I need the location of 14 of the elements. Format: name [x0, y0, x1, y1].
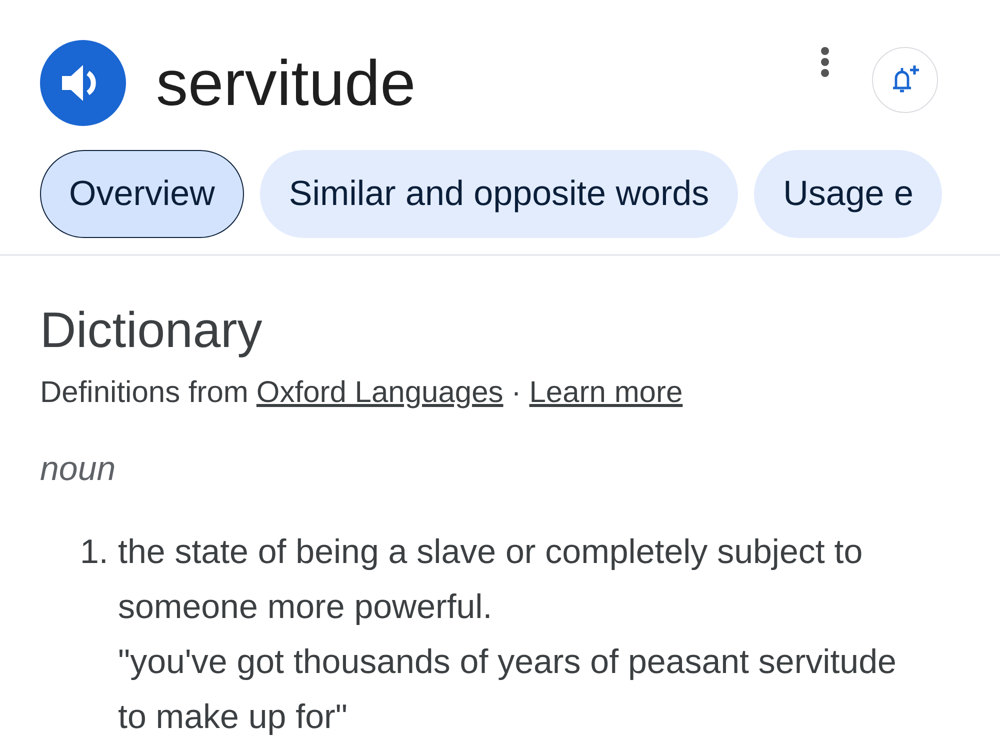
more-icon — [820, 46, 830, 78]
definition-text: the state of being a slave or completely subject to someone more powerful. — [118, 532, 864, 628]
source-label: Definitions from — [40, 376, 248, 410]
word-title: servitude — [156, 51, 417, 115]
separator-dot: · — [511, 376, 522, 410]
tab[interactable]: Similar and opposite words — [260, 150, 738, 238]
tab[interactable]: Overview — [40, 150, 244, 238]
tab[interactable]: Usage e — [754, 150, 942, 238]
source-link[interactable]: Oxford Languages — [256, 376, 504, 410]
section-title: Dictionary — [40, 301, 264, 360]
learn-more-link[interactable]: Learn more — [529, 376, 683, 410]
part-of-speech: noun — [40, 450, 117, 489]
sense-number: 1. — [80, 532, 110, 573]
example-text: "you've got thousands of years of peasant servitude to make up for" — [118, 642, 898, 738]
